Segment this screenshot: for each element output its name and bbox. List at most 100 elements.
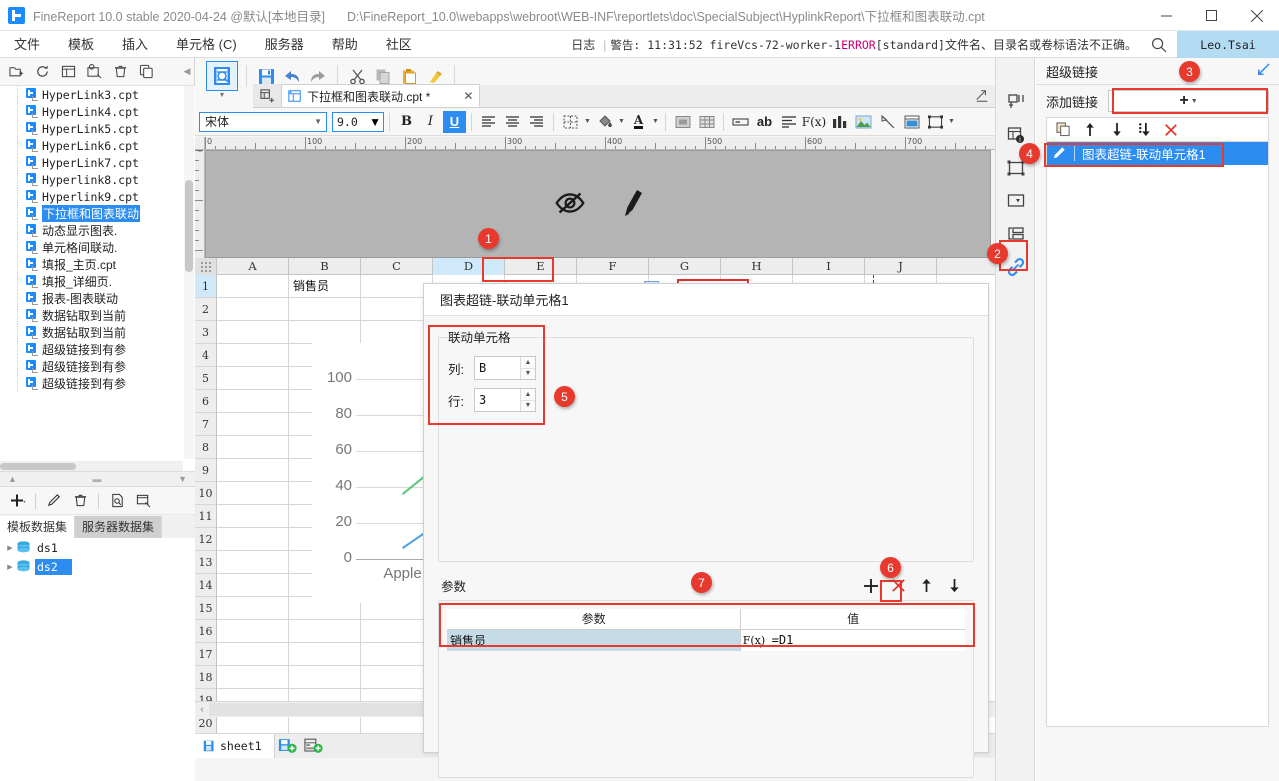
scroll-thumb[interactable] <box>185 180 193 272</box>
delete-dataset-icon[interactable] <box>69 490 91 512</box>
grid-cell[interactable] <box>217 574 289 597</box>
fill-dropdown-caret-icon[interactable]: ▼ <box>617 118 626 125</box>
query-dataset-icon[interactable] <box>132 490 154 512</box>
grid-cell[interactable] <box>217 275 289 298</box>
select-all-corner[interactable] <box>195 258 217 275</box>
align-center-icon[interactable] <box>501 111 524 133</box>
row-stepper[interactable]: 3 ▲ ▼ <box>474 388 536 412</box>
maximize-button[interactable] <box>1189 0 1234 31</box>
menu-template[interactable]: 模板 <box>54 31 108 58</box>
scroll-thumb[interactable] <box>0 463 76 470</box>
grid-icon[interactable] <box>695 111 718 133</box>
row-header-10[interactable]: 10 <box>195 482 216 505</box>
chart-hyperlink-dialog[interactable]: 图表超链-联动单元格1 联动单元格 列: B ▲ ▼ 行: 3 ▲ ▼ 参数 参… <box>423 283 989 778</box>
merge-cells-icon[interactable] <box>671 111 694 133</box>
tab-template-dataset[interactable]: 模板数据集 <box>0 516 76 538</box>
widget-settings-icon[interactable] <box>996 184 1036 217</box>
user-chip[interactable]: Leo.Tsai <box>1177 31 1279 58</box>
row-header-9[interactable]: 9 <box>195 459 216 482</box>
new-sheet-icon[interactable] <box>253 84 281 107</box>
column-stepper[interactable]: B ▲ ▼ <box>474 356 536 380</box>
menu-server[interactable]: 服务器 <box>251 31 318 58</box>
delete-icon[interactable] <box>109 61 131 83</box>
chevron-down-icon[interactable]: ▼ <box>314 117 324 126</box>
row-header-18[interactable]: 18 <box>195 666 216 689</box>
align-right-icon[interactable] <box>525 111 548 133</box>
refresh-icon[interactable] <box>31 61 53 83</box>
shape-icon[interactable] <box>924 111 946 133</box>
grid-cell[interactable] <box>217 321 289 344</box>
border-icon[interactable] <box>559 111 582 133</box>
parameter-name[interactable]: 销售员 <box>447 629 741 651</box>
grid-cell[interactable] <box>217 482 289 505</box>
column-header-i[interactable]: I <box>793 258 865 275</box>
file-tree-item[interactable]: HyperLink3.cpt <box>0 86 195 103</box>
add-dataset-icon[interactable] <box>6 490 28 512</box>
file-tree-item[interactable]: 超级链接到有参 <box>0 358 195 375</box>
font-family-select[interactable]: 宋体 ▼ <box>199 111 327 132</box>
grid-cell[interactable] <box>289 666 361 689</box>
file-tree-item[interactable]: 数据钻取到当前 <box>0 324 195 341</box>
close-button[interactable] <box>1234 0 1279 31</box>
grid-cell[interactable] <box>217 620 289 643</box>
expand-toolbar-icon[interactable] <box>973 87 991 105</box>
tab-server-dataset[interactable]: 服务器数据集 <box>75 516 163 538</box>
column-value[interactable]: B <box>475 357 520 379</box>
pencil-icon[interactable] <box>619 186 645 223</box>
dataset-item[interactable]: ▶ ds2 <box>0 557 195 576</box>
file-tree-hscrollbar[interactable] <box>0 461 183 471</box>
edit-link-icon[interactable] <box>1052 145 1067 163</box>
file-tree-vscrollbar[interactable] <box>184 86 194 459</box>
file-tree-item[interactable]: 填报_主页.cpt <box>0 256 195 273</box>
preview-dataset-icon[interactable] <box>106 490 128 512</box>
settings-icon[interactable] <box>83 61 105 83</box>
file-tree-item[interactable]: HyperLink7.cpt <box>0 154 195 171</box>
column-header-f[interactable]: F <box>577 258 649 275</box>
move-down-icon[interactable] <box>1109 122 1125 138</box>
report-icon[interactable] <box>57 61 79 83</box>
move-up-icon[interactable] <box>1082 122 1098 138</box>
font-color-icon[interactable]: A <box>627 111 650 133</box>
move-parameter-down-icon[interactable] <box>946 577 963 594</box>
grid-cell[interactable] <box>217 367 289 390</box>
splitter-up-icon[interactable]: ▲ <box>8 474 17 484</box>
parameter-value[interactable]: =D1 <box>766 629 965 651</box>
expand-arrow-icon[interactable]: ▶ <box>4 563 16 571</box>
cell-attr-icon[interactable] <box>996 85 1036 118</box>
row-header-13[interactable]: 13 <box>195 551 216 574</box>
paragraph-icon[interactable] <box>777 111 800 133</box>
ab-button[interactable]: ab <box>753 111 776 133</box>
file-tree-item[interactable]: 报表-图表联动 <box>0 290 195 307</box>
move-parameter-up-icon[interactable] <box>918 577 935 594</box>
file-tree-item[interactable]: 数据钻取到当前 <box>0 307 195 324</box>
column-header-b[interactable]: B <box>289 258 361 275</box>
textfield-icon[interactable] <box>729 111 752 133</box>
preview-button[interactable]: ▼ <box>204 61 240 101</box>
grid-cell[interactable] <box>289 321 361 344</box>
scroll-left-icon[interactable]: ‹ <box>195 704 209 715</box>
grid-cell[interactable] <box>217 505 289 528</box>
shape-dropdown-caret-icon[interactable]: ▼ <box>947 118 956 125</box>
sheet-tab-sheet1[interactable]: sheet1 <box>195 734 275 758</box>
grid-cell[interactable] <box>217 459 289 482</box>
grid-cell[interactable] <box>217 597 289 620</box>
grid-cell[interactable]: 销售员 <box>289 275 361 298</box>
add-link-caret-icon[interactable]: ▼ <box>1191 98 1198 105</box>
row-value[interactable]: 3 <box>475 389 520 411</box>
file-tree-item[interactable]: 超级链接到有参 <box>0 341 195 358</box>
file-tree-item[interactable]: HyperLink5.cpt <box>0 120 195 137</box>
document-tab[interactable]: 下拉框和图表联动.cpt * ✕ <box>281 84 481 107</box>
row-increment-icon[interactable]: ▲ <box>521 389 535 401</box>
formula-toggle-cell[interactable]: F(x) ▼ <box>740 629 767 651</box>
collapse-left-panel-button[interactable]: ◀ <box>182 62 192 80</box>
row-header-15[interactable]: 15 <box>195 597 216 620</box>
add-report-sheet-icon[interactable] <box>275 735 301 757</box>
fill-color-icon[interactable] <box>593 111 616 133</box>
row-header-11[interactable]: 11 <box>195 505 216 528</box>
italic-button[interactable]: I <box>419 111 442 133</box>
column-header-a[interactable]: A <box>217 258 289 275</box>
parameter-row[interactable]: 销售员 F(x) ▼ =D1 <box>447 629 965 651</box>
row-header-4[interactable]: 4 <box>195 344 216 367</box>
parameter-table[interactable]: 参数 值 销售员 F(x) ▼ =D1 <box>447 609 965 651</box>
column-increment-icon[interactable]: ▲ <box>521 357 535 369</box>
